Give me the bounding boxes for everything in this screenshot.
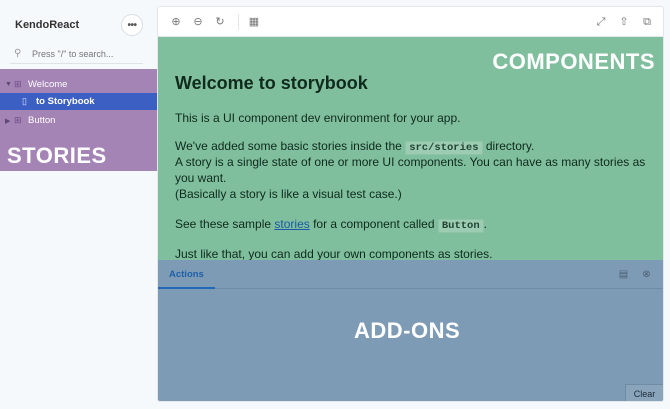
zoom-reset-icon[interactable]: ↻ (213, 15, 227, 29)
text-fragment: . (483, 217, 487, 231)
zoom-in-icon[interactable]: ⊕ (169, 15, 183, 29)
chevron-down-icon[interactable]: ▼ (5, 81, 13, 88)
stories-region-label: STORIES (7, 143, 107, 168)
bookmark-icon: ▯ (22, 96, 27, 106)
chevron-right-icon[interactable]: ▶ (5, 117, 13, 125)
toolbar-divider (238, 14, 239, 30)
zoom-out-icon[interactable]: ⊖ (191, 15, 205, 29)
visual-test-text: (Basically a story is like a visual test… (175, 187, 402, 201)
preview-toolbar: ⊕ ⊖ ↻ ▦ ⤢ ⇧ ⧉ (158, 7, 663, 37)
panel-layout-icon[interactable]: ▤ (617, 268, 630, 281)
page-title: Welcome to storybook (175, 73, 368, 93)
addons-tab-bar: Actions ▤ ⊗ (158, 260, 663, 289)
addons-panel: Actions ▤ ⊗ ADD-ONS Clear (158, 260, 663, 401)
search-icon: ⚲ (14, 48, 22, 59)
text-fragment: We've added some basic stories inside th… (175, 139, 402, 153)
story-definition-text: A story is a single state of one or more… (175, 155, 646, 185)
tab-actions[interactable]: Actions (158, 260, 215, 289)
component-icon: ⊞ (14, 115, 22, 125)
sidebar-item-label: to Storybook (36, 96, 95, 107)
sidebar-item-to-storybook[interactable]: ▯ to Storybook (0, 93, 157, 110)
sidebar-menu-button[interactable]: ••• (121, 14, 143, 36)
component-icon: ⊞ (14, 79, 22, 89)
add-components-text: Just like that, you can add your own com… (175, 247, 493, 260)
sidebar-item-button[interactable]: ▶ ⊞ Button (0, 112, 157, 129)
close-icon[interactable]: ⊗ (640, 268, 653, 281)
code-snippet: Button (437, 219, 484, 233)
clear-button[interactable]: Clear (625, 384, 663, 401)
sidebar: KendoReact ••• ⚲ ▼ ⊞ Welcome ▯ to Storyb… (0, 0, 157, 409)
grid-icon[interactable]: ▦ (247, 15, 261, 29)
search-field[interactable]: ⚲ (10, 44, 143, 64)
sidebar-item-welcome[interactable]: ▼ ⊞ Welcome (0, 76, 157, 93)
search-input[interactable] (32, 48, 142, 59)
components-region-label: COMPONENTS (492, 49, 655, 74)
addons-region-label: ADD-ONS (354, 318, 461, 343)
components-region: COMPONENTS Welcome to storybook This is … (158, 37, 663, 260)
sidebar-item-label: Welcome (28, 79, 68, 90)
code-snippet: src/stories (405, 141, 483, 155)
stories-link[interactable]: stories (274, 217, 309, 231)
fullscreen-icon[interactable]: ⤢ (594, 15, 608, 29)
text-fragment: See these sample (175, 217, 272, 231)
ellipsis-icon: ••• (127, 19, 137, 31)
copy-icon[interactable]: ⧉ (640, 15, 654, 29)
main-panel: ⊕ ⊖ ↻ ▦ ⤢ ⇧ ⧉ COMPONENTS Welcome to stor… (157, 6, 664, 402)
text-fragment: directory. (485, 139, 535, 153)
sidebar-item-label: Button (28, 115, 56, 126)
sample-stories-text: See these sample stories for a component… (175, 216, 655, 234)
text-fragment: for a component called (313, 217, 435, 231)
app-title[interactable]: KendoReact (15, 19, 79, 31)
intro-text: This is a UI component dev environment f… (175, 111, 461, 125)
share-icon[interactable]: ⇧ (617, 15, 631, 29)
